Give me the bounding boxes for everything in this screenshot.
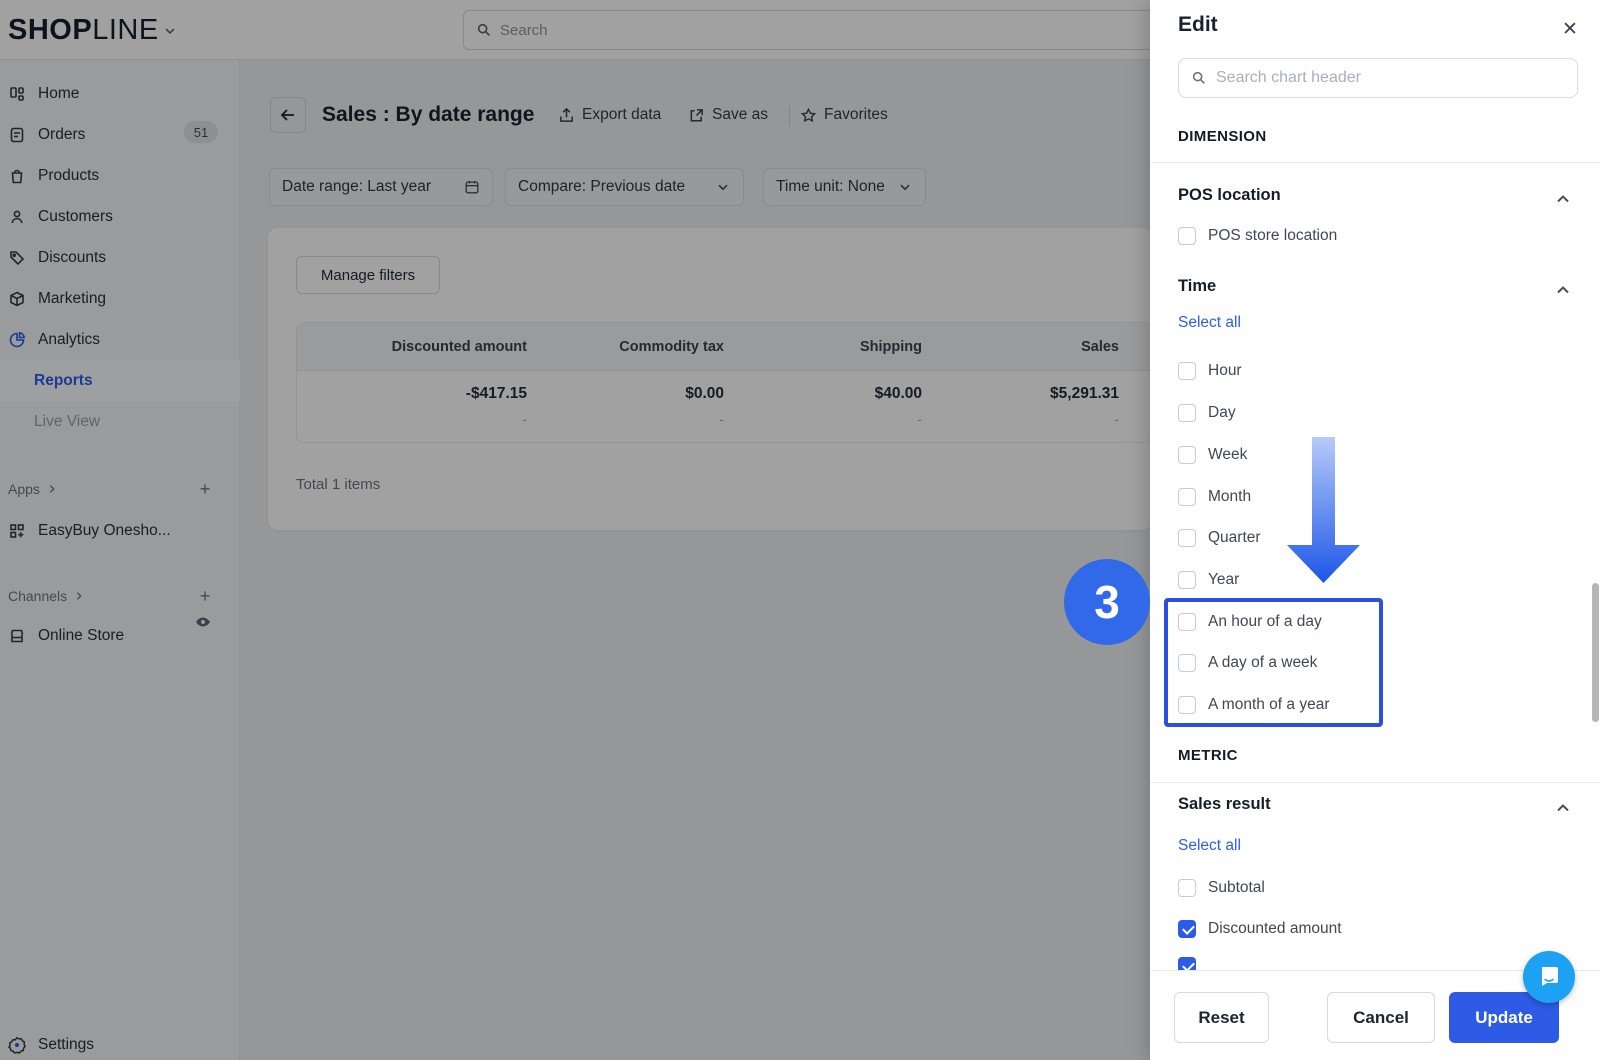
checkbox[interactable]: [1178, 879, 1196, 897]
checkbox-checked[interactable]: [1178, 920, 1196, 938]
checkbox-discounted-amount[interactable]: Discounted amount: [1178, 919, 1342, 939]
step-annotation: 3: [1064, 559, 1150, 645]
checkbox[interactable]: [1178, 362, 1196, 380]
chevron-up-icon[interactable]: [1554, 799, 1572, 817]
checkbox-quarter[interactable]: Quarter: [1178, 528, 1261, 548]
checkbox-label: Day: [1208, 404, 1236, 421]
time-group-title: Time: [1178, 277, 1217, 295]
divider: [1150, 782, 1600, 783]
checkbox-month[interactable]: Month: [1178, 487, 1251, 507]
checkbox-pos-store-location[interactable]: POS store location: [1178, 226, 1337, 246]
checkbox-label: Subtotal: [1208, 879, 1265, 896]
checkbox-label: Quarter: [1208, 529, 1261, 546]
chat-fab[interactable]: [1523, 951, 1575, 1003]
checkbox-hour[interactable]: Hour: [1178, 361, 1242, 381]
dimension-section-label: DIMENSION: [1178, 128, 1267, 145]
checkbox-week[interactable]: Week: [1178, 445, 1247, 465]
chart-header-search[interactable]: [1178, 58, 1578, 98]
chart-header-search-input[interactable]: [1216, 69, 1565, 87]
divider: [1150, 162, 1600, 163]
close-icon[interactable]: ✕: [1558, 18, 1582, 42]
checkbox[interactable]: [1178, 696, 1196, 714]
checkbox-label: Week: [1208, 446, 1248, 463]
checkbox-day[interactable]: Day: [1178, 403, 1236, 423]
search-icon: [1192, 71, 1205, 84]
chat-bubble-icon: [1542, 967, 1558, 986]
checkbox[interactable]: [1178, 404, 1196, 422]
sales-select-all-link[interactable]: Select all: [1178, 837, 1241, 855]
checkbox[interactable]: [1178, 446, 1196, 464]
edit-panel: Edit ✕ DIMENSION POS location POS store …: [1150, 0, 1600, 1060]
checkbox[interactable]: [1178, 529, 1196, 547]
arrow-down-annotation: [1287, 437, 1360, 583]
checkbox[interactable]: [1178, 488, 1196, 506]
panel-title: Edit: [1178, 13, 1218, 36]
checkbox[interactable]: [1178, 571, 1196, 589]
checkbox[interactable]: [1178, 613, 1196, 631]
checkbox-a-month-of-a-year[interactable]: A month of a year: [1178, 695, 1330, 715]
checkbox-label: Hour: [1208, 362, 1242, 379]
checkbox-a-day-of-a-week[interactable]: A day of a week: [1178, 653, 1317, 673]
scrollbar-thumb[interactable]: [1592, 583, 1599, 722]
checkbox-subtotal[interactable]: Subtotal: [1178, 878, 1265, 898]
metric-section-label: METRIC: [1178, 747, 1238, 764]
checkbox-label: A month of a year: [1208, 696, 1330, 713]
checkbox-year[interactable]: Year: [1178, 570, 1239, 590]
checkbox-label: An hour of a day: [1208, 613, 1322, 630]
checkbox-label: A day of a week: [1208, 654, 1318, 671]
sales-result-group-title: Sales result: [1178, 795, 1271, 813]
checkbox-label: Year: [1208, 571, 1240, 588]
time-select-all-link[interactable]: Select all: [1178, 314, 1241, 332]
cancel-button[interactable]: Cancel: [1327, 992, 1435, 1043]
checkbox-label: Month: [1208, 488, 1252, 505]
chevron-up-icon[interactable]: [1554, 190, 1572, 208]
chevron-up-icon[interactable]: [1554, 281, 1572, 299]
checkbox-label: POS store location: [1208, 227, 1338, 244]
screen: SHOPLINE Home Orders 51 Products Custome…: [0, 0, 1600, 1060]
reset-button[interactable]: Reset: [1174, 992, 1269, 1043]
checkbox-an-hour-of-a-day[interactable]: An hour of a day: [1178, 612, 1322, 632]
checkbox[interactable]: [1178, 227, 1196, 245]
checkbox[interactable]: [1178, 654, 1196, 672]
pos-location-group-title: POS location: [1178, 186, 1281, 204]
checkbox-label: Discounted amount: [1208, 920, 1342, 937]
